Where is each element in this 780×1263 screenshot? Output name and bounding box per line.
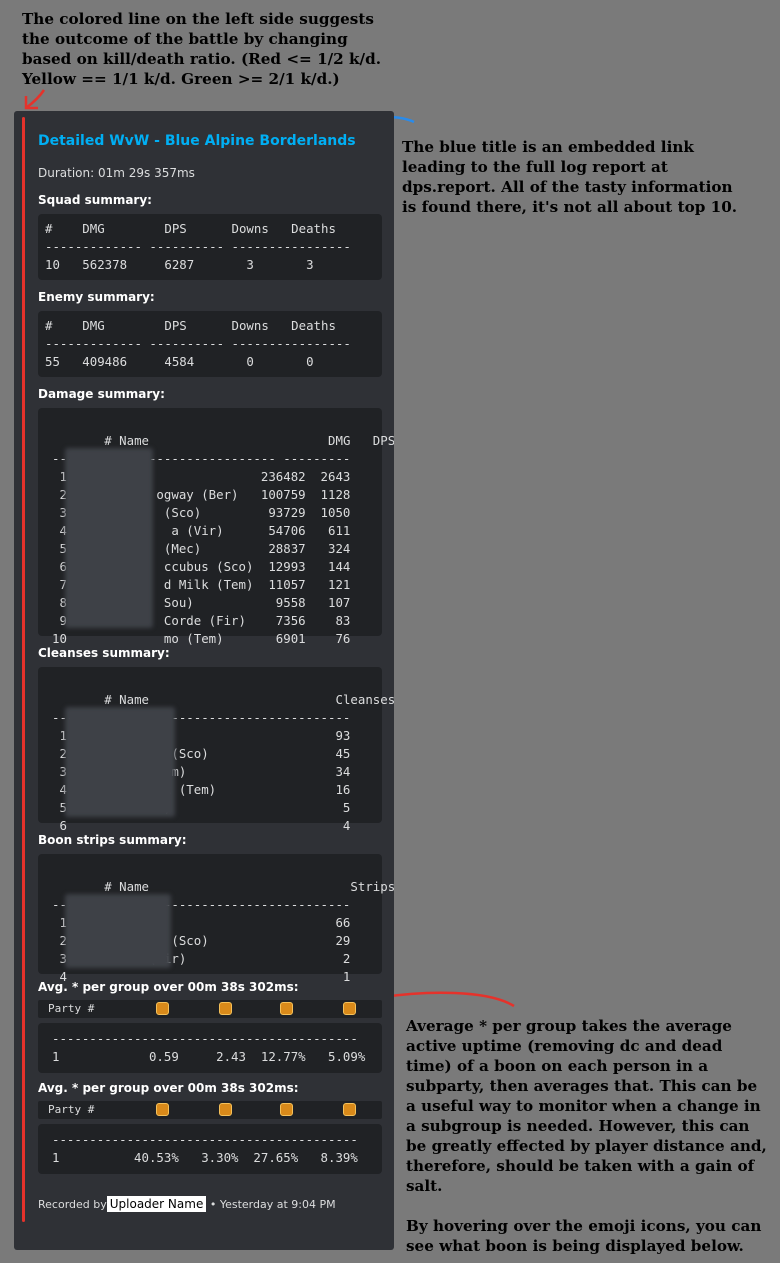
embed-title-link[interactable]: Detailed WvW - Blue Alpine Borderlands xyxy=(38,133,382,153)
might-boon-icon[interactable] xyxy=(156,1002,169,1015)
embed-footer: Recorded by Uploader Name • Yesterday at … xyxy=(38,1196,336,1212)
uploader-name: Uploader Name xyxy=(106,1196,207,1212)
footer-prefix: Recorded by xyxy=(38,1198,107,1211)
damage-summary-heading: Damage summary: xyxy=(38,387,165,401)
fury-boon-icon[interactable] xyxy=(219,1002,232,1015)
alacrity-boon-icon[interactable] xyxy=(343,1103,356,1116)
squad-summary-code: # DMG DPS Downs Deaths ------------- ---… xyxy=(38,214,382,280)
redacted-names xyxy=(65,448,153,628)
party-number-label: Party # xyxy=(48,1103,95,1116)
redacted-names xyxy=(65,707,175,817)
protection-boon-icon[interactable] xyxy=(280,1002,293,1015)
resistance-boon-icon[interactable] xyxy=(280,1103,293,1116)
enemy-summary-heading: Enemy summary: xyxy=(38,290,155,304)
duration-text: Duration: 01m 29s 357ms xyxy=(38,166,195,180)
squad-summary-heading: Squad summary: xyxy=(38,193,152,207)
damage-summary-code: # Name DMG DPS -------------------------… xyxy=(38,408,394,646)
cleanses-summary-code: # Name Cleanses ------------------------… xyxy=(38,667,394,833)
party-number-label: Party # xyxy=(48,1002,95,1015)
boon-emoji-header-2: Party # xyxy=(38,1101,382,1119)
boon-strips-summary-code: # Name Strips --------------------------… xyxy=(38,854,394,984)
avg-uptime-code-2: ----------------------------------------… xyxy=(38,1124,382,1174)
aegis-boon-icon[interactable] xyxy=(219,1103,232,1116)
avg-uptime-code-1: ----------------------------------------… xyxy=(38,1023,382,1073)
annotation-title-link: The blue title is an embedded link leadi… xyxy=(402,138,738,216)
enemy-summary-code: # DMG DPS Downs Deaths ------------- ---… xyxy=(38,311,382,377)
annotation-kill-death-color: The colored line on the left side sugges… xyxy=(22,10,382,88)
avg-uptime-heading-2: Avg. * per group over 00m 38s 302ms: xyxy=(38,1081,299,1095)
footer-timestamp: • Yesterday at 9:04 PM xyxy=(206,1198,336,1211)
quickness-boon-icon[interactable] xyxy=(343,1002,356,1015)
discord-embed: Detailed WvW - Blue Alpine Borderlands D… xyxy=(14,111,394,1250)
annotation-average-per-group: Average * per group takes the average ac… xyxy=(406,1017,767,1255)
boon-emoji-header-1: Party # xyxy=(38,1000,382,1018)
kill-death-color-bar xyxy=(22,117,25,1222)
redacted-names xyxy=(65,894,171,968)
stability-boon-icon[interactable] xyxy=(156,1103,169,1116)
